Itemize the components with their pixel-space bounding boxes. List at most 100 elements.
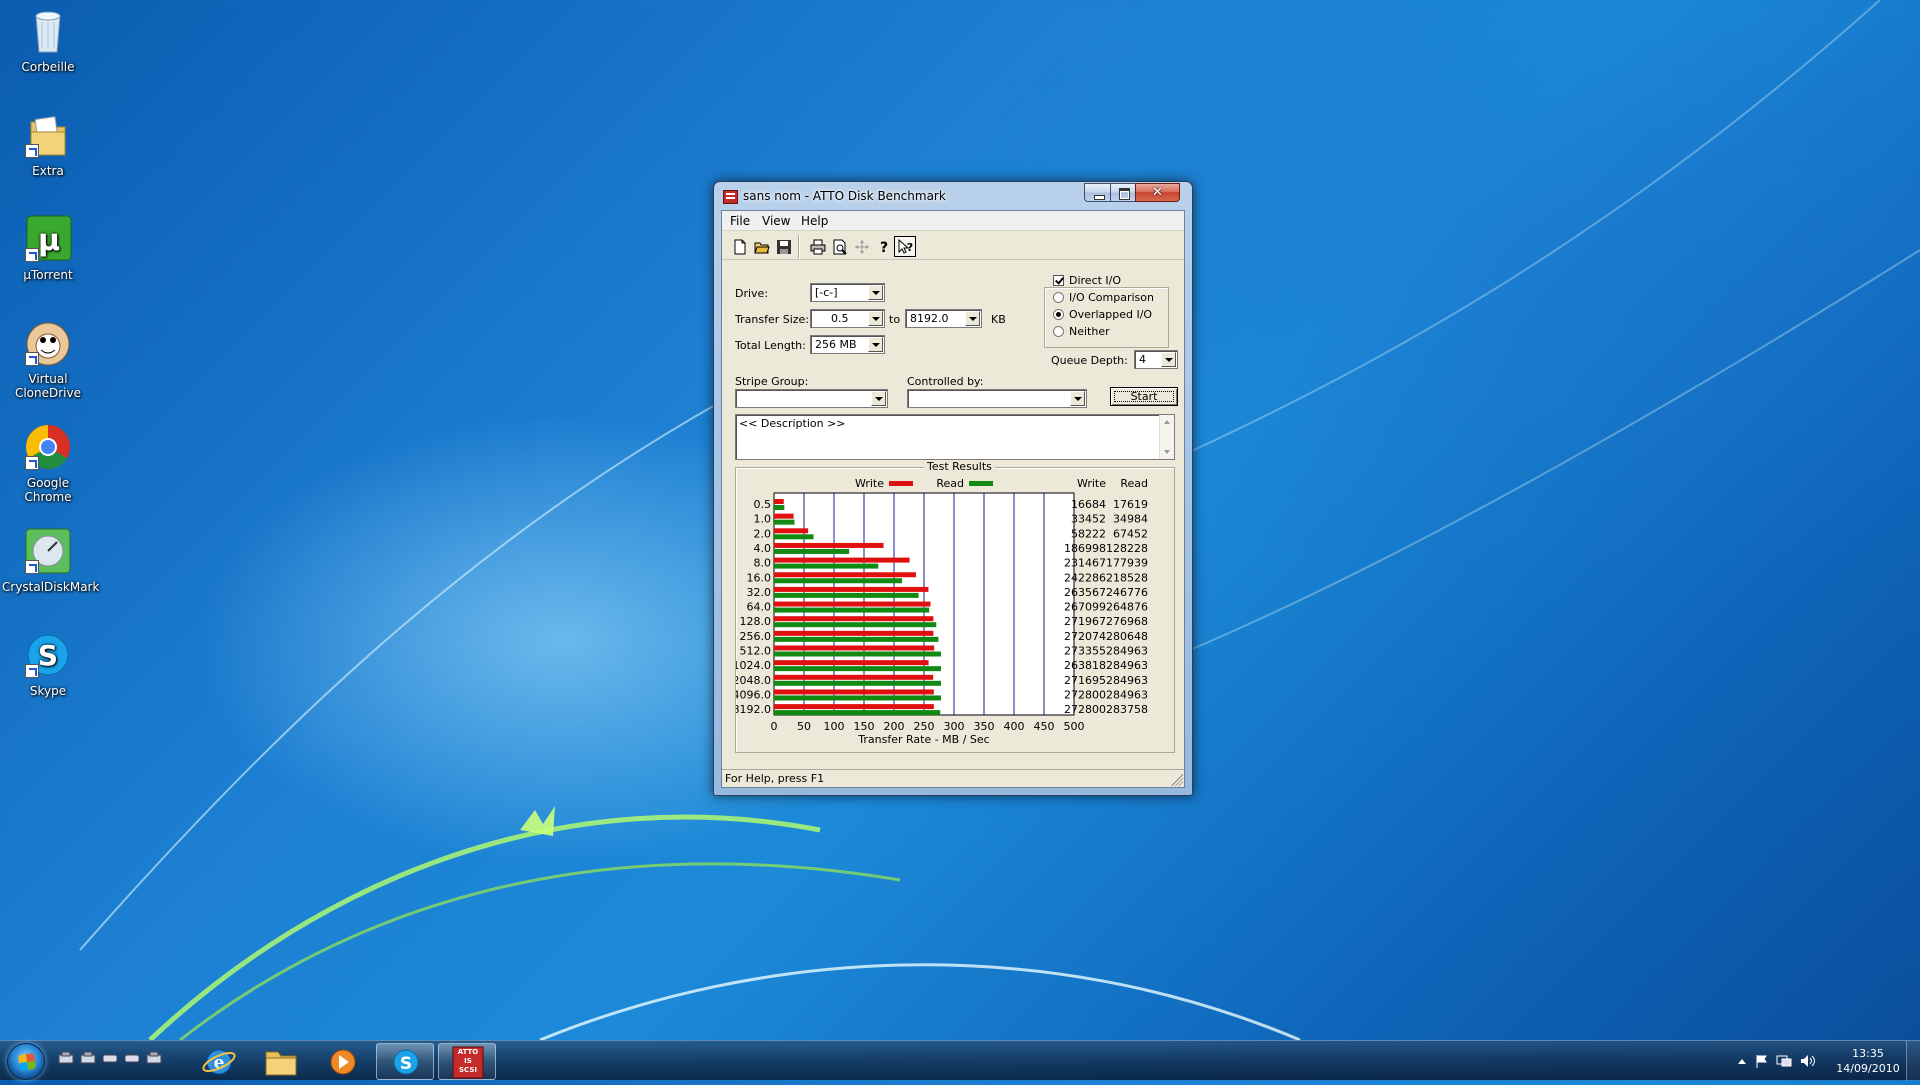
window-title: sans nom - ATTO Disk Benchmark (743, 189, 946, 203)
chevron-down-icon[interactable] (965, 311, 980, 326)
value-read: 177939 (1106, 557, 1148, 570)
transfer-size-to-select[interactable]: 8192.0 (905, 309, 982, 328)
description-field[interactable]: << Description >> (735, 414, 1175, 460)
x-tick-label: 150 (854, 720, 875, 733)
desktop-icon-recycle-bin[interactable]: Corbeille (0, 6, 96, 74)
desktop-icon-virtual-clonedrive[interactable]: Virtual CloneDrive (0, 318, 96, 400)
desktop-icon-label: Extra (32, 164, 64, 178)
menu-help[interactable]: Help (801, 214, 828, 228)
value-read: 280648 (1106, 630, 1148, 643)
help-button[interactable]: ? (872, 236, 894, 257)
chevron-down-icon[interactable] (1070, 391, 1085, 406)
maximize-button[interactable] (1110, 183, 1136, 202)
show-desktop-button[interactable] (1906, 1041, 1920, 1081)
network-icon[interactable] (1776, 1054, 1792, 1068)
shortcut-arrow-icon (25, 560, 39, 574)
taskbar-explorer[interactable] (252, 1043, 310, 1080)
neither-radio[interactable] (1053, 326, 1064, 337)
taskbar-internet-explorer[interactable]: e (190, 1043, 248, 1080)
desktop-icon-crystaldiskmark[interactable]: CrystalDiskMark (0, 526, 99, 594)
x-tick-label: 450 (1034, 720, 1055, 733)
x-tick-label: 300 (944, 720, 965, 733)
action-center-flag-icon[interactable] (1754, 1054, 1770, 1068)
print-button[interactable] (806, 236, 828, 257)
taskbar-atto[interactable]: ATTO IS SCSI (438, 1043, 496, 1080)
x-tick-label: 100 (824, 720, 845, 733)
atto-window: sans nom - ATTO Disk Benchmark ✕ File Vi… (713, 181, 1193, 796)
y-tick-label: 4.0 (754, 542, 772, 555)
chevron-down-icon[interactable] (1161, 352, 1176, 367)
menu-view[interactable]: View (762, 214, 790, 228)
taskbar: e S ATTO IS SCSI 13:35 14/09/2010 (0, 1040, 1920, 1081)
queue-depth-select[interactable]: 4 (1134, 350, 1178, 369)
quick-launch-icon-5[interactable] (146, 1051, 162, 1065)
context-help-icon: ? (898, 239, 913, 254)
y-tick-label: 64.0 (747, 601, 772, 614)
value-read: 128228 (1106, 542, 1148, 555)
toolbar-separator (798, 235, 800, 258)
overlapped-io-radio[interactable] (1053, 309, 1064, 320)
value-write: 263567 (1064, 586, 1106, 599)
utorrent-icon: µ (23, 214, 73, 264)
close-icon: ✕ (1152, 185, 1163, 200)
quick-launch-icon-2[interactable] (80, 1051, 96, 1065)
minimize-button[interactable] (1084, 183, 1111, 202)
desktop-icon-utorrent[interactable]: µ µTorrent (0, 214, 96, 282)
test-results-group: Test Results 0 50 100 150 200 250 300 350 400 450… (735, 460, 1175, 753)
menu-file[interactable]: File (730, 214, 750, 228)
total-length-select[interactable]: 256 MB (810, 335, 885, 354)
context-help-button[interactable]: ? (894, 236, 916, 257)
bar-write (774, 645, 935, 651)
bar-read (774, 680, 941, 686)
chevron-down-icon[interactable] (868, 311, 883, 326)
media-player-icon (330, 1049, 356, 1075)
quick-launch-icon-3[interactable] (102, 1051, 118, 1065)
atto-app-icon[interactable] (723, 190, 738, 204)
clock-date: 14/09/2010 (1836, 1062, 1900, 1075)
taskbar-media-player[interactable] (314, 1043, 372, 1080)
value-write: 58222 (1071, 527, 1106, 540)
value-read: 246776 (1106, 586, 1148, 599)
value-write: 272800 (1064, 688, 1106, 701)
close-button[interactable]: ✕ (1135, 183, 1180, 202)
desktop-icon-skype[interactable]: S Skype (0, 630, 96, 698)
system-clock[interactable]: 13:35 14/09/2010 (1820, 1046, 1916, 1076)
desktop-icon-google-chrome[interactable]: Google Chrome (0, 422, 96, 504)
controlled-by-select[interactable] (907, 389, 1087, 408)
taskbar-skype[interactable]: S (376, 1043, 434, 1080)
chevron-down-icon[interactable] (868, 285, 883, 300)
desktop-icon-extra[interactable]: Extra (0, 110, 96, 178)
value-write: 16684 (1071, 498, 1106, 511)
stripe-group-select[interactable] (735, 389, 888, 408)
quick-launch-icon-4[interactable] (124, 1051, 140, 1065)
print-preview-button[interactable] (828, 236, 850, 257)
y-tick-label: 2048.0 (736, 674, 771, 687)
y-tick-label: 4096.0 (736, 688, 771, 701)
start-button[interactable]: Start (1110, 387, 1178, 406)
drive-select[interactable]: [-c-] (810, 283, 885, 302)
start-button-orb[interactable] (7, 1043, 45, 1080)
show-hidden-icons-icon[interactable] (1734, 1054, 1750, 1068)
bar-write (774, 542, 884, 548)
bar-read (774, 695, 941, 701)
title-bar[interactable]: sans nom - ATTO Disk Benchmark ✕ (714, 182, 1192, 210)
chrome-icon (23, 422, 73, 472)
y-tick-label: 2.0 (754, 527, 772, 540)
io-comparison-radio[interactable] (1053, 292, 1064, 303)
volume-icon[interactable] (1800, 1054, 1816, 1068)
new-button[interactable] (728, 236, 750, 257)
open-button[interactable] (750, 236, 772, 257)
bar-write (774, 689, 934, 695)
direct-io-checkbox[interactable] (1053, 275, 1064, 286)
description-scrollbar[interactable] (1159, 415, 1174, 459)
value-read: 34984 (1113, 513, 1148, 526)
transfer-size-from-select[interactable]: 0.5 (810, 309, 885, 328)
move-button[interactable] (850, 236, 872, 257)
chevron-down-icon[interactable] (868, 337, 883, 352)
resize-grip-icon[interactable] (1171, 774, 1183, 786)
value-read: 284963 (1106, 674, 1148, 687)
quick-launch-icon-1[interactable] (58, 1051, 74, 1065)
save-button[interactable] (772, 236, 794, 257)
status-text: For Help, press F1 (725, 772, 825, 785)
chevron-down-icon[interactable] (871, 391, 886, 406)
